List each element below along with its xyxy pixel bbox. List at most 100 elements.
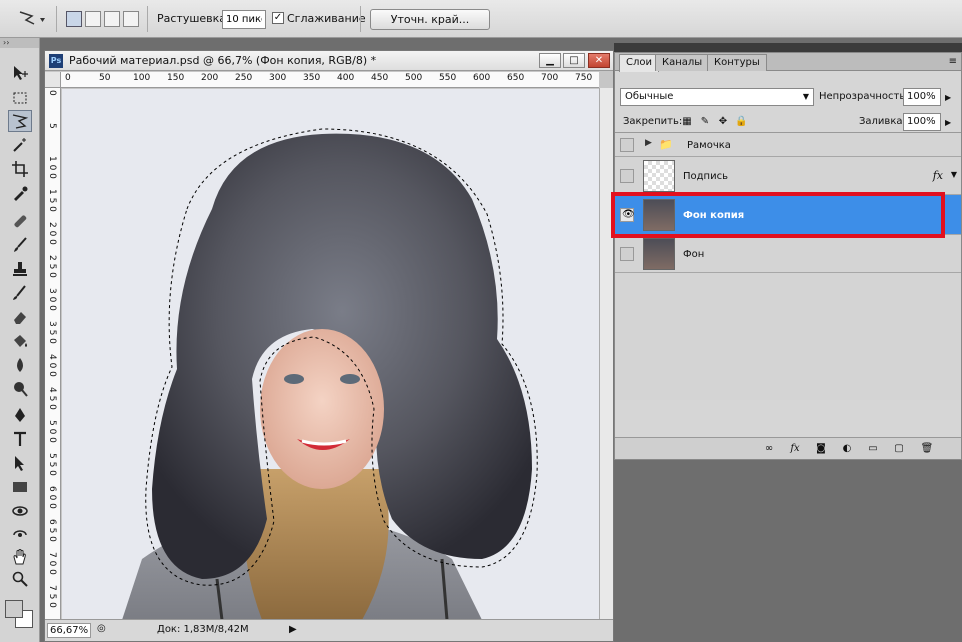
marquee-tool[interactable] [8,87,32,109]
path-selection-tool[interactable] [8,452,32,474]
eraser-tool[interactable] [8,306,32,328]
layer-mask-icon[interactable]: ◙ [813,441,829,457]
lasso-tool[interactable] [8,110,32,132]
zoom-level-field[interactable]: 66,67% [47,623,91,638]
foreground-color-swatch[interactable] [5,600,23,618]
layers-panel-footer: ∞ fx ◙ ◐ ▭ ▢ 🗑 [615,437,961,459]
layer-name: Рамочка [687,140,731,151]
ruler-tick-label: 250 [235,73,253,83]
layer-row-selected[interactable]: 👁 Фон копия [615,195,961,235]
opacity-field[interactable]: 100% [903,88,941,106]
layer-thumbnail [643,238,675,270]
dodge-icon [14,382,28,397]
layer-row[interactable]: Подпись fx ▼ [615,157,961,195]
paint-bucket-tool[interactable] [8,330,32,352]
close-button[interactable]: ✕ [588,53,610,68]
ruler-tick-label: 450 [371,73,389,83]
separator [56,6,57,32]
opacity-arrow-icon[interactable]: ▶ [945,93,951,102]
vertical-scrollbar[interactable] [599,88,613,620]
fx-icon[interactable]: fx [933,169,943,182]
status-menu-arrow[interactable]: ▶ [289,624,297,635]
panel-menu-icon[interactable]: ≡ [949,56,957,67]
adjustment-layer-icon[interactable]: ◐ [839,441,855,457]
subtract-from-selection-button[interactable] [104,11,120,27]
fill-label: Заливка: [859,116,906,127]
separator [147,6,148,32]
visibility-toggle[interactable] [620,138,634,152]
blend-mode-select[interactable]: Обычные ▼ [620,88,814,106]
trash-icon[interactable]: 🗑 [919,441,935,457]
tab-paths[interactable]: Контуры [707,54,767,71]
3d-rotate-tool[interactable] [8,500,32,522]
tools-panel-header[interactable]: ›› [0,38,39,48]
ruler-tick-label: 7 5 0 [47,585,57,608]
drop-icon [17,358,23,372]
visibility-toggle[interactable] [620,169,634,183]
visibility-toggle[interactable]: 👁 [620,208,635,222]
expand-triangle-icon[interactable]: ▶ [645,138,652,148]
folder-icon: 📁 [659,138,673,151]
type-tool[interactable] [8,428,32,450]
tab-layers[interactable]: Слои [619,54,659,72]
fill-arrow-icon[interactable]: ▶ [945,118,951,127]
link-layers-icon[interactable]: ∞ [761,441,777,457]
bandage-icon [14,215,27,228]
fx-icon[interactable]: fx [787,441,803,457]
minimize-button[interactable]: ▁ [539,53,561,68]
clone-stamp-tool[interactable] [8,258,32,280]
blur-tool[interactable] [8,354,32,376]
intersect-selection-button[interactable] [123,11,139,27]
move-tool[interactable] [8,62,32,84]
new-layer-icon[interactable]: ▢ [891,441,907,457]
brush-tool[interactable] [8,234,32,256]
lock-transparent-icon[interactable]: ▦ [681,116,693,128]
eyedropper-tool[interactable] [8,182,32,204]
tab-channels[interactable]: Каналы [655,54,710,71]
document-info: Док: 1,83M/8,42M [157,624,249,635]
layer-row[interactable]: Фон [615,235,961,273]
quick-selection-tool[interactable] [8,134,32,156]
healing-brush-tool[interactable] [8,210,32,232]
layer-thumbnail [643,160,675,192]
document-title-bar[interactable]: Ps Рабочий материал.psd @ 66,7% (Фон коп… [45,51,613,71]
tools-panel: ›› [0,38,40,642]
new-group-icon[interactable]: ▭ [865,441,881,457]
canvas[interactable] [62,89,599,620]
visibility-toggle[interactable] [620,247,634,261]
panel-tabs: Слои Каналы Контуры ≡ [615,53,961,72]
lock-position-icon[interactable]: ✥ [717,116,729,128]
refine-edge-button[interactable]: Уточн. край... [370,9,490,30]
ruler-tick-label: 300 [269,73,287,83]
lock-all-icon[interactable]: 🔒 [735,116,747,128]
panel-dock-header[interactable] [614,43,962,52]
zoom-tool[interactable] [8,568,32,590]
history-brush-tool[interactable] [8,282,32,304]
3d-orbit-tool[interactable] [8,524,32,546]
add-to-selection-button[interactable] [85,11,101,27]
ruler-tick-label: 0 [47,90,57,96]
antialias-checkbox[interactable]: ✓ [272,12,284,24]
feather-input[interactable] [222,10,266,29]
ruler-tick-label: 200 [201,73,219,83]
horizontal-ruler[interactable]: 0 50 100 150 200 250 300 350 400 450 500 550 600 650 7… [61,72,599,88]
options-bar: Растушевка: ✓ Сглаживание Уточн. край... [0,0,962,38]
pen-tool[interactable] [8,404,32,426]
vertical-ruler[interactable]: 0 5 1 0 0 1 5 0 2 0 0 2 5 0 3 0 0 3 5 0 4 0 0 4 5… [45,88,61,620]
3d-orbit-icon [13,530,27,537]
navigator-icon[interactable]: ◎ [97,623,106,634]
shape-tool[interactable] [8,476,32,498]
maximize-button[interactable]: □ [563,53,585,68]
tool-preset-picker[interactable] [16,8,46,30]
crop-tool[interactable] [8,158,32,180]
chevron-down-icon[interactable]: ▼ [951,170,957,179]
fill-field[interactable]: 100% [903,113,941,131]
new-selection-button[interactable] [66,11,82,27]
magic-wand-icon [13,138,26,152]
lock-paint-icon[interactable]: ✎ [699,116,711,128]
separator [360,6,361,32]
eyedropper-icon [14,186,28,201]
layer-row[interactable]: ▶ 📁 Рамочка [615,133,961,157]
dodge-tool[interactable] [8,378,32,400]
hand-tool[interactable] [8,546,32,568]
